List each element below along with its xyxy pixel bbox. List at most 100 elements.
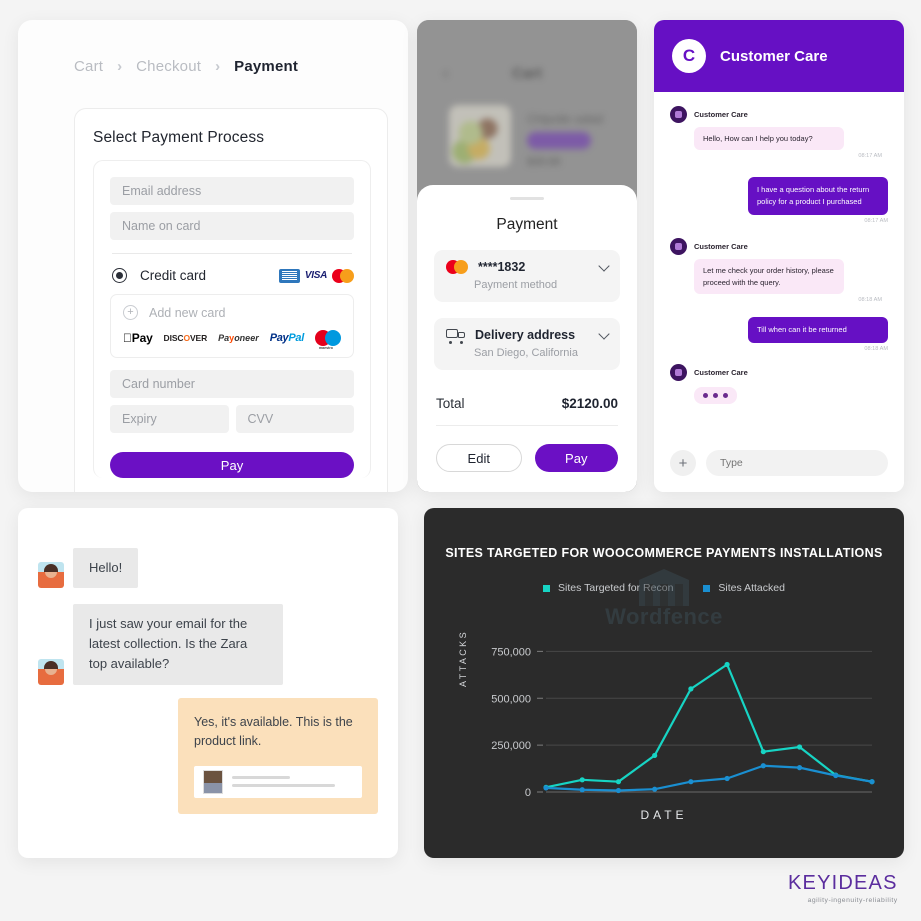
chevron-right-icon: › (215, 58, 221, 75)
message-bubble: I just saw your email for the latest col… (73, 604, 283, 685)
payment-method-label: Payment method (474, 279, 558, 291)
add-new-card-row[interactable]: + Add new card (123, 305, 341, 320)
payoneer-icon[interactable]: Payoneer (218, 333, 259, 343)
edit-button[interactable]: Edit (436, 444, 522, 472)
cvv-field[interactable]: CVV (235, 405, 354, 433)
pay-button[interactable]: Pay (534, 444, 618, 472)
payment-method-row[interactable]: ****1832 Payment method (434, 250, 620, 302)
list-item: Hello! (38, 548, 378, 589)
discover-icon[interactable]: DISCOVER (164, 333, 208, 343)
expiry-field[interactable]: Expiry (110, 405, 229, 433)
divider (436, 425, 618, 426)
legend-label: Sites Attacked (718, 582, 785, 594)
paypal-icon[interactable]: PayPal (270, 332, 305, 344)
quantity-stepper (527, 132, 591, 149)
name-on-card-field[interactable]: Name on card (110, 212, 354, 240)
message-bubble: Hello! (73, 548, 139, 589)
agent-reply-bubble: Yes, it's available. This is the product… (178, 698, 378, 814)
breadcrumb-cart[interactable]: Cart (74, 58, 103, 75)
care-title: Customer Care (720, 47, 828, 65)
truck-icon (446, 328, 465, 344)
add-new-card-box[interactable]: + Add new card Pay DISCOVER Payoneer Pa… (110, 294, 354, 358)
chart-title: SITES TARGETED FOR WOOCOMMERCE PAYMENTS … (445, 546, 883, 560)
svg-text:500,000: 500,000 (491, 693, 531, 705)
message-user: I have a question about the return polic… (670, 177, 888, 224)
credit-card-label: Credit card (140, 268, 207, 283)
chat-input-bar: + (654, 434, 904, 492)
maestro-icon[interactable]: maestro (314, 330, 341, 350)
care-header: C Customer Care (654, 20, 904, 92)
sheet-title: Payment (496, 216, 558, 233)
legend-item-attacked[interactable]: Sites Attacked (703, 582, 785, 594)
message-bubble: I have a question about the return polic… (748, 177, 888, 216)
agent-name-label: Customer Care (694, 367, 748, 377)
timestamp: 08:18 AM (864, 345, 888, 352)
timestamp: 08:17 AM (858, 153, 882, 160)
message-bubble: Yes, it's available. This is the product… (194, 715, 353, 749)
chat-messages[interactable]: agent Customer Care Hello, How can I hel… (654, 92, 904, 434)
message-bubble: Let me check your order history, please … (694, 259, 844, 294)
blurred-cart-screen: ‹ Cart Chipotle salad $20.00 (417, 20, 637, 190)
wallet-logos: Pay DISCOVER Payoneer PayPal maestro (123, 330, 341, 350)
sheet-grabber[interactable] (510, 197, 544, 200)
add-attachment-button[interactable]: + (670, 450, 696, 476)
message-agent: Customer Care Let me check your order hi… (670, 238, 888, 303)
email-field[interactable]: Email address (110, 177, 354, 205)
logo-tagline: agility-ingenuity-reliability (807, 897, 898, 904)
product-link-card[interactable] (194, 765, 362, 798)
link-placeholder-lines (232, 776, 353, 788)
card-number-field[interactable]: Card number (110, 370, 354, 398)
apple-pay-icon[interactable]: Pay (123, 331, 153, 345)
agent-name-label: Customer Care (694, 110, 748, 119)
product-name: Chipotle salad (527, 112, 604, 126)
payment-form-card: Select Payment Process Email address Nam… (74, 108, 388, 492)
checkout-panel: Cart › Checkout › Payment Select Payment… (18, 20, 408, 492)
message-bubble: Till when can it be returned (748, 316, 888, 343)
breadcrumb-payment[interactable]: Payment (234, 58, 298, 75)
list-item: I just saw your email for the latest col… (38, 604, 378, 685)
agent-name-label: Customer Care (694, 242, 748, 252)
form-title: Select Payment Process (93, 129, 265, 146)
total-label: Total (436, 396, 465, 411)
product-thumbnail (203, 769, 223, 794)
message-user: Till when can it be returned 08:18 AM (670, 316, 888, 352)
credit-card-option[interactable]: Credit card VISA (110, 268, 354, 283)
mastercard-icon (446, 260, 468, 274)
message-typing: Customer Care (670, 363, 888, 404)
svg-text:750,000: 750,000 (491, 646, 531, 658)
payment-fields-group: Email address Name on card Credit card V… (93, 160, 371, 478)
agent-avatar (670, 238, 687, 256)
total-value: $2120.00 (561, 396, 618, 411)
cart-title: Cart (511, 65, 542, 82)
plus-icon: + (123, 305, 138, 320)
radio-credit-card[interactable] (112, 268, 127, 283)
avatar (38, 562, 64, 589)
legend-swatch (543, 584, 551, 592)
pay-button[interactable]: Pay (110, 452, 354, 478)
svg-text:250,000: 250,000 (491, 740, 531, 752)
mastercard-icon (332, 268, 354, 283)
typing-indicator (694, 386, 737, 404)
product-image (449, 105, 511, 167)
breadcrumb-checkout[interactable]: Checkout (136, 58, 201, 75)
page-root: Cart › Checkout › Payment Select Payment… (0, 0, 921, 921)
zara-chat-panel: Hello! I just saw your email for the lat… (18, 508, 398, 858)
keyideas-logo: KEYIDEAS agility-ingenuity-reliability (788, 872, 898, 904)
agent-avatar (670, 106, 687, 123)
chevron-right-icon: › (117, 58, 123, 75)
svg-text:0: 0 (525, 787, 531, 799)
breadcrumb: Cart › Checkout › Payment (18, 20, 408, 75)
agent-avatar (670, 363, 687, 381)
card-brand-logos: VISA (278, 268, 354, 283)
amex-icon (278, 268, 300, 283)
delivery-address-label: Delivery address (475, 328, 576, 342)
legend-swatch (703, 584, 711, 592)
timestamp: 08:18 AM (858, 296, 882, 303)
zara-messages: Hello! I just saw your email for the lat… (18, 508, 398, 685)
logo-name: KEYIDEAS (788, 872, 898, 894)
delivery-address-row[interactable]: Delivery address San Diego, California (434, 318, 620, 370)
chart-plot: 0 250,000 500,000 750,000 (491, 646, 875, 799)
sheet-actions: Edit Pay (436, 444, 618, 472)
chat-input[interactable] (706, 450, 888, 476)
avatar (38, 658, 64, 685)
